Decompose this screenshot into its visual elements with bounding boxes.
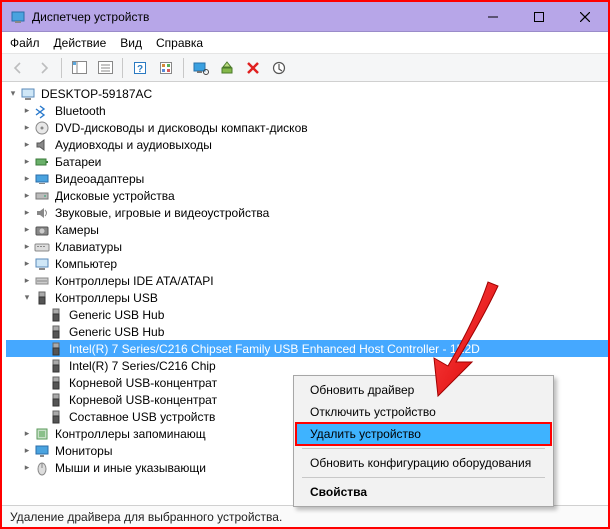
- speaker-icon: [34, 205, 50, 221]
- tree-category-audio[interactable]: ▸ Аудиовходы и аудиовыходы: [6, 136, 608, 153]
- chevron-right-icon[interactable]: ▸: [20, 138, 34, 152]
- usb-icon: [34, 290, 50, 306]
- status-text: Удаление драйвера для выбранного устройс…: [10, 510, 282, 524]
- tree-category-sound[interactable]: ▸ Звуковые, игровые и видеоустройства: [6, 204, 608, 221]
- bluetooth-icon: [34, 103, 50, 119]
- computer-icon: [20, 86, 36, 102]
- tree-item-usb-intel1[interactable]: Intel(R) 7 Series/C216 Chipset Family US…: [6, 340, 608, 357]
- menubar: Файл Действие Вид Справка: [2, 32, 608, 54]
- chevron-right-icon[interactable]: ▸: [20, 189, 34, 203]
- chevron-right-icon[interactable]: ▸: [20, 223, 34, 237]
- disable-button[interactable]: [267, 57, 291, 79]
- usb-icon: [48, 358, 64, 374]
- svg-text:?: ?: [137, 64, 143, 75]
- help-button[interactable]: ?: [128, 57, 152, 79]
- tree-category-usb[interactable]: ▾ Контроллеры USB: [6, 289, 608, 306]
- maximize-button[interactable]: [516, 2, 562, 32]
- app-icon: [10, 9, 26, 25]
- menu-view[interactable]: Вид: [120, 36, 142, 50]
- tree-category-bluetooth[interactable]: ▸ Bluetooth: [6, 102, 608, 119]
- chevron-right-icon[interactable]: ▸: [20, 427, 34, 441]
- ctx-refresh-config[interactable]: Обновить конфигурацию оборудования: [296, 452, 551, 474]
- usb-icon: [48, 307, 64, 323]
- mouse-icon: [34, 460, 50, 476]
- menu-help[interactable]: Справка: [156, 36, 203, 50]
- context-menu: Обновить драйвер Отключить устройство Уд…: [293, 375, 554, 507]
- computer-icon: [34, 256, 50, 272]
- chevron-right-icon[interactable]: ▸: [20, 155, 34, 169]
- chevron-right-icon[interactable]: ▸: [20, 104, 34, 118]
- add-legacy-hardware-button[interactable]: [215, 57, 239, 79]
- scan-hardware-button[interactable]: [189, 57, 213, 79]
- tree-category-ide[interactable]: ▸ Контроллеры IDE ATA/ATAPI: [6, 272, 608, 289]
- tree-item-usb-generic1[interactable]: Generic USB Hub: [6, 306, 608, 323]
- usb-icon: [48, 324, 64, 340]
- usb-icon: [48, 409, 64, 425]
- chevron-right-icon[interactable]: ▸: [20, 257, 34, 271]
- monitor-icon: [34, 443, 50, 459]
- tree-category-video[interactable]: ▸ Видеоадаптеры: [6, 170, 608, 187]
- window-title: Диспетчер устройств: [32, 10, 149, 24]
- minimize-button[interactable]: [470, 2, 516, 32]
- statusbar: Удаление драйвера для выбранного устройс…: [2, 505, 608, 527]
- tree-category-dvd[interactable]: ▸ DVD-дисководы и дисководы компакт-диск…: [6, 119, 608, 136]
- titlebar: Диспетчер устройств: [2, 2, 608, 32]
- tree-item-usb-generic2[interactable]: Generic USB Hub: [6, 323, 608, 340]
- show-hide-console-button[interactable]: [67, 57, 91, 79]
- back-button: [6, 57, 30, 79]
- usb-icon: [48, 375, 64, 391]
- ctx-delete-device[interactable]: Удалить устройство: [296, 423, 551, 445]
- chevron-right-icon[interactable]: ▸: [20, 172, 34, 186]
- menu-file[interactable]: Файл: [10, 36, 40, 50]
- tree-category-battery[interactable]: ▸ Батареи: [6, 153, 608, 170]
- chevron-down-icon[interactable]: ▾: [20, 291, 34, 305]
- ctx-separator: [302, 477, 545, 478]
- keyboard-icon: [34, 239, 50, 255]
- disc-icon: [34, 120, 50, 136]
- ctx-properties[interactable]: Свойства: [296, 481, 551, 503]
- tree-category-camera[interactable]: ▸ Камеры: [6, 221, 608, 238]
- toolbar: ?: [2, 54, 608, 82]
- display-adapter-icon: [34, 171, 50, 187]
- tree-item-usb-intel2[interactable]: Intel(R) 7 Series/C216 Chip: [6, 357, 608, 374]
- close-button[interactable]: [562, 2, 608, 32]
- chevron-right-icon[interactable]: ▸: [20, 461, 34, 475]
- chevron-right-icon[interactable]: ▸: [20, 121, 34, 135]
- chevron-down-icon[interactable]: ▾: [6, 87, 20, 101]
- tree-category-disk[interactable]: ▸ Дисковые устройства: [6, 187, 608, 204]
- tree-category-keyboard[interactable]: ▸ Клавиатуры: [6, 238, 608, 255]
- disk-icon: [34, 188, 50, 204]
- ctx-disable-device[interactable]: Отключить устройство: [296, 401, 551, 423]
- storage-icon: [34, 426, 50, 442]
- menu-action[interactable]: Действие: [54, 36, 107, 50]
- ctx-update-driver[interactable]: Обновить драйвер: [296, 379, 551, 401]
- usb-icon: [48, 392, 64, 408]
- properties-button[interactable]: [93, 57, 117, 79]
- chevron-right-icon[interactable]: ▸: [20, 444, 34, 458]
- camera-icon: [34, 222, 50, 238]
- chevron-right-icon[interactable]: ▸: [20, 206, 34, 220]
- tree-category-computer[interactable]: ▸ Компьютер: [6, 255, 608, 272]
- forward-button: [32, 57, 56, 79]
- usb-icon: [48, 341, 64, 357]
- chevron-right-icon[interactable]: ▸: [20, 240, 34, 254]
- action-button[interactable]: [154, 57, 178, 79]
- audio-icon: [34, 137, 50, 153]
- ide-icon: [34, 273, 50, 289]
- tree-root[interactable]: ▾ DESKTOP-59187AC: [6, 85, 608, 102]
- uninstall-button[interactable]: [241, 57, 265, 79]
- battery-icon: [34, 154, 50, 170]
- ctx-separator: [302, 448, 545, 449]
- chevron-right-icon[interactable]: ▸: [20, 274, 34, 288]
